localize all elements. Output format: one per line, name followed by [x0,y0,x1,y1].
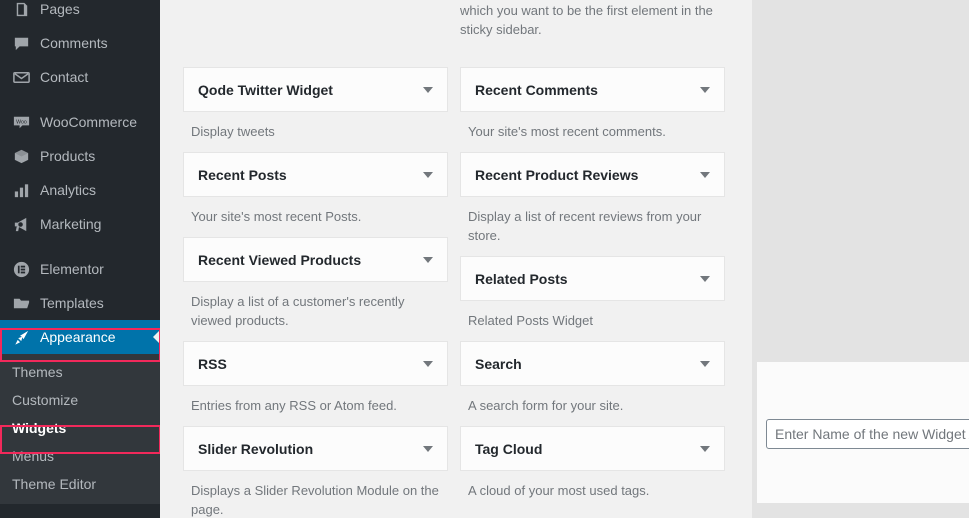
chevron-down-icon[interactable] [423,445,433,452]
submenu-item-label: Widgets [12,420,67,436]
sidebar-item-label: Comments [40,35,108,51]
submenu-item-label: Customize [12,392,79,408]
sidebar-separator [0,94,160,105]
chevron-down-icon[interactable] [700,275,710,282]
widget-description: Displays a Slider Revolution Module on t… [191,483,439,517]
widget-description: Display a list of a customer's recently … [191,294,405,328]
submenu-item-label: Themes [12,364,63,380]
widget-qode-twitter-widget[interactable]: Qode Twitter Widget [183,67,448,112]
available-widgets-area: Drag it into the sidebar above the widge… [160,0,752,518]
sidebar-separator [0,241,160,252]
widget-title: Tag Cloud [475,440,543,457]
analytics-bars-icon [11,180,31,200]
sidebar-item-label: WooCommerce [40,114,137,130]
chevron-down-icon[interactable] [423,86,433,93]
chevron-down-icon[interactable] [700,86,710,93]
submenu-item-label: Theme Editor [12,476,97,492]
widget-title: Recent Posts [198,166,287,183]
widget-description: Display a list of recent reviews from yo… [468,209,702,243]
widget-description: Your site's most recent Posts. [191,209,362,224]
widget-tag-cloud[interactable]: Tag Cloud [460,426,725,471]
sidebar-item-label: Analytics [40,182,97,198]
widget-title: Search [475,355,522,372]
add-widget-area-card [757,362,969,503]
widget-related-posts[interactable]: Related Posts [460,256,725,301]
woocommerce-icon: Woo [11,112,31,132]
products-box-icon [11,146,31,166]
templates-folder-icon [11,293,31,313]
widget-column-left: Qode Twitter Widget Display tweets Recen… [183,0,448,518]
current-menu-arrow-icon [153,329,160,345]
widget-recent-product-reviews[interactable]: Recent Product Reviews [460,152,725,197]
sidebar-item-marketing[interactable]: Marketing [0,207,160,241]
svg-text:Woo: Woo [16,119,27,125]
widget-slider-revolution[interactable]: Slider Revolution [183,426,448,471]
sidebar-item-theme-editor[interactable]: Theme Editor [0,470,160,498]
widget-description: Display tweets [191,124,275,139]
chevron-down-icon[interactable] [700,360,710,367]
sidebar-item-label: Appearance [40,329,116,345]
elementor-icon [11,259,31,279]
widget-title: Slider Revolution [198,440,314,457]
widget-description: Related Posts Widget [468,313,594,328]
marketing-megaphone-icon [11,214,31,234]
widget-description: A search form for your site. [468,398,624,413]
sidebar-item-label: Elementor [40,261,104,277]
sidebar-item-pages[interactable]: Pages [0,0,160,26]
widget-area-name-input[interactable] [766,419,969,449]
sidebar-item-comments[interactable]: Comments [0,26,160,60]
chevron-down-icon[interactable] [423,256,433,263]
widget-search[interactable]: Search [460,341,725,386]
widget-rss[interactable]: RSS [183,341,448,386]
sidebar-item-label: Templates [40,295,104,311]
sidebar-item-themes[interactable]: Themes [0,358,160,386]
widget-title: RSS [198,355,227,372]
widget-title: Qode Twitter Widget [198,81,333,98]
contact-mail-icon [11,67,31,87]
sidebar-item-elementor[interactable]: Elementor [0,252,160,286]
sidebar-item-label: Pages [40,1,80,17]
widget-description: A cloud of your most used tags. [468,483,650,498]
chevron-down-icon[interactable] [423,171,433,178]
sidebar-item-templates[interactable]: Templates [0,286,160,320]
widget-title: Recent Product Reviews [475,166,639,183]
sidebar-item-products[interactable]: Products [0,139,160,173]
sidebar-item-label: Contact [40,69,89,85]
chevron-down-icon[interactable] [700,445,710,452]
widget-title: Recent Comments [475,81,598,98]
wordpress-widgets-screen: Pages Comments Contact Woo WooCommerce P… [0,0,969,518]
chevron-down-icon[interactable] [700,171,710,178]
sidebar-item-label: Products [40,148,96,164]
widget-description: Your site's most recent comments. [468,124,666,139]
sidebar-item-widgets[interactable]: Widgets [0,414,160,442]
submenu-item-label: Menus [12,448,55,464]
sidebar-item-analytics[interactable]: Analytics [0,173,160,207]
widget-description: Entries from any RSS or Atom feed. [191,398,397,413]
sidebar-item-woocommerce[interactable]: Woo WooCommerce [0,105,160,139]
widget-column-right: Recent Comments Your site's most recent … [460,0,725,511]
admin-sidebar: Pages Comments Contact Woo WooCommerce P… [0,0,160,518]
sidebar-item-customize[interactable]: Customize [0,386,160,414]
widget-title: Recent Viewed Products [198,251,362,268]
comments-icon [11,33,31,53]
sidebar-item-appearance[interactable]: Appearance [0,320,160,354]
sidebars-panel [752,0,969,518]
appearance-submenu: Themes Customize Widgets Menus Theme Edi… [0,354,160,504]
appearance-brush-icon [11,327,31,347]
sidebar-item-label: Marketing [40,216,102,232]
widget-recent-posts[interactable]: Recent Posts [183,152,448,197]
widget-recent-viewed-products[interactable]: Recent Viewed Products [183,237,448,282]
chevron-down-icon[interactable] [423,360,433,367]
sidebar-item-contact[interactable]: Contact [0,60,160,94]
sidebar-item-menus[interactable]: Menus [0,442,160,470]
pages-icon [11,0,31,19]
widget-recent-comments[interactable]: Recent Comments [460,67,725,112]
widget-title: Related Posts [475,270,568,287]
